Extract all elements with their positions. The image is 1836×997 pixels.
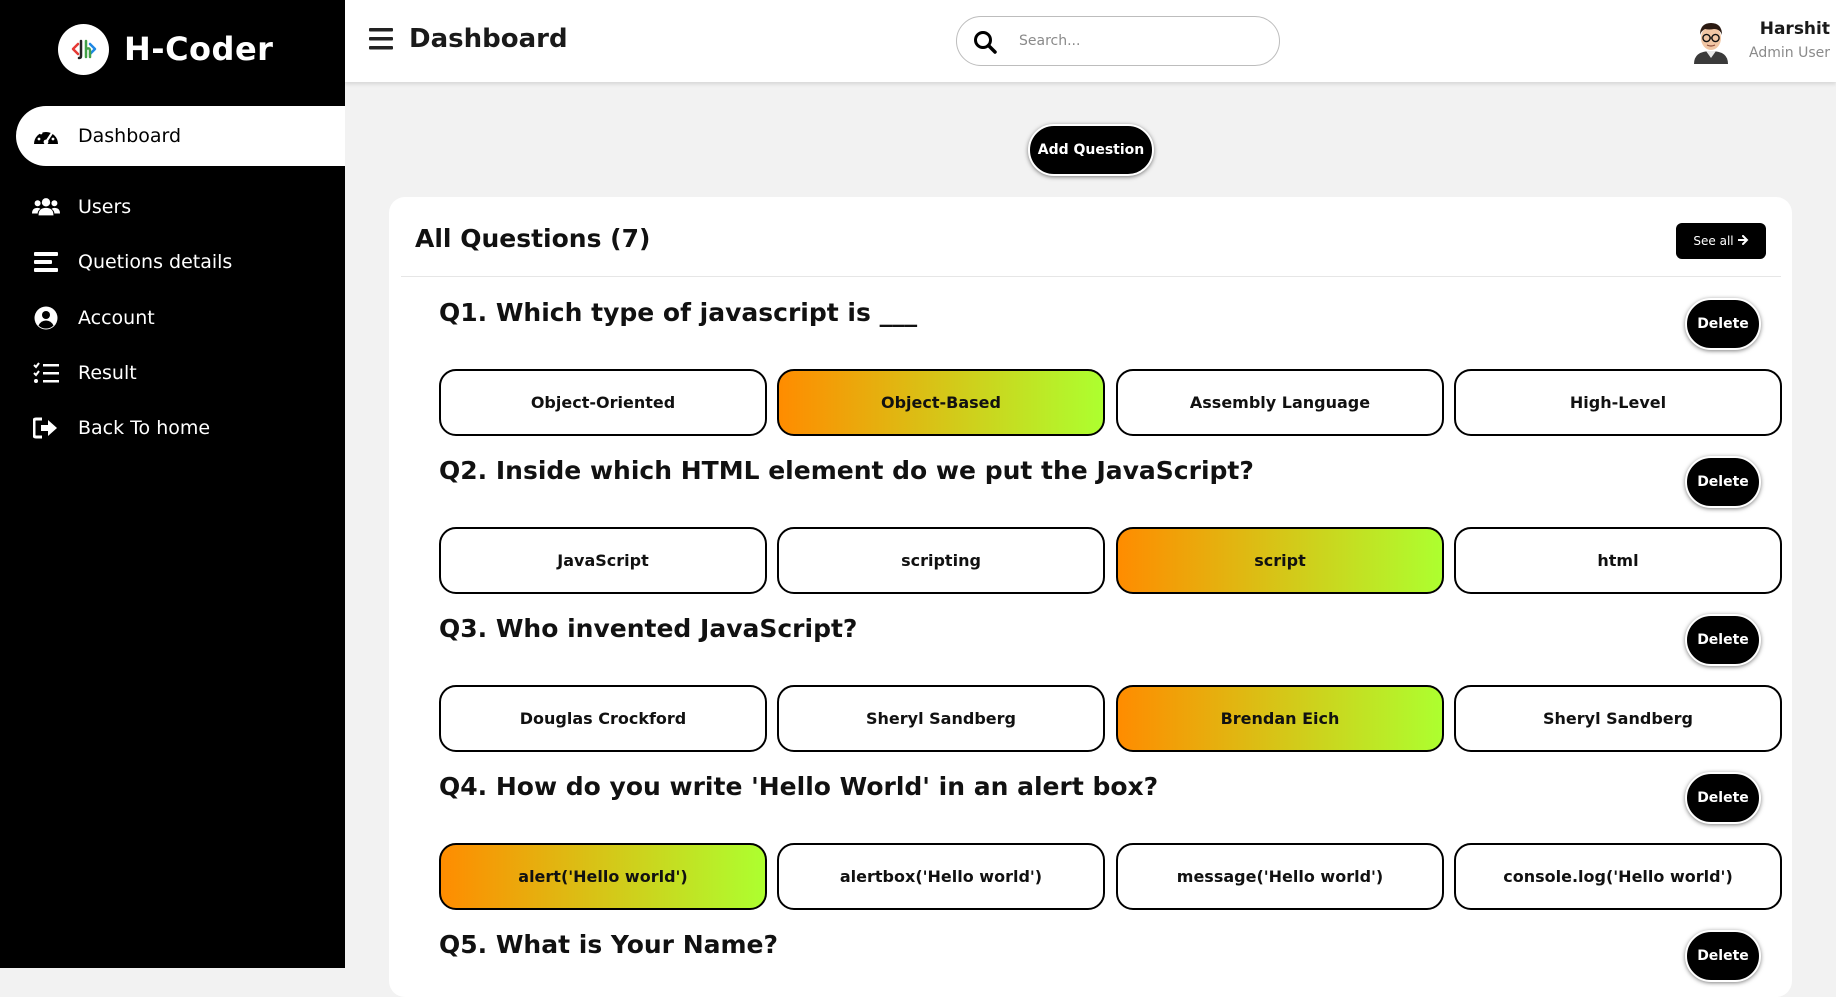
option-button[interactable]: Douglas Crockford xyxy=(439,685,767,752)
see-all-label: See all xyxy=(1693,234,1734,248)
sign-out-icon xyxy=(32,414,60,442)
option-button-correct[interactable]: Brendan Eich xyxy=(1116,685,1444,752)
search-icon[interactable] xyxy=(973,30,997,54)
sidebar-item-result[interactable]: Result xyxy=(16,343,345,403)
option-button-correct[interactable]: Object-Based xyxy=(777,369,1105,436)
question-title: Q3. Who invented JavaScript? xyxy=(439,614,858,643)
list-icon xyxy=(32,248,60,276)
sidebar-item-label: Result xyxy=(78,362,137,384)
option-button[interactable]: alertbox('Hello world') xyxy=(777,843,1105,910)
option-button[interactable]: scripting xyxy=(777,527,1105,594)
sidebar-item-label: Users xyxy=(78,196,132,218)
arrow-right-icon xyxy=(1736,234,1749,248)
card-title: All Questions (7) xyxy=(415,224,651,253)
question-title: Q2. Inside which HTML element do we put … xyxy=(439,456,1254,485)
user-role: Admin User xyxy=(1749,45,1830,61)
brand-logo-icon xyxy=(58,23,109,75)
user-name: Harshit xyxy=(1759,19,1830,39)
sidebar-item-label: Dashboard xyxy=(78,125,182,147)
question-title: Q4. How do you write 'Hello World' in an… xyxy=(439,772,1159,801)
delete-button[interactable]: Delete xyxy=(1685,772,1761,824)
sidebar-item-dashboard[interactable]: Dashboard xyxy=(16,106,345,166)
question-title: Q5. What is Your Name? xyxy=(439,930,779,959)
page-title: Dashboard xyxy=(409,24,568,54)
option-button[interactable]: High-Level xyxy=(1454,369,1782,436)
option-button[interactable]: Assembly Language xyxy=(1116,369,1444,436)
sidebar-item-label: Back To home xyxy=(78,417,211,439)
users-icon xyxy=(32,193,60,221)
option-button[interactable]: Sheryl Sandberg xyxy=(1454,685,1782,752)
sidebar-item-back-to-home[interactable]: Back To home xyxy=(16,398,345,458)
option-button-correct[interactable]: alert('Hello world') xyxy=(439,843,767,910)
sidebar: H-Coder Dashboard Users Quetions details… xyxy=(0,0,345,968)
option-button[interactable]: html xyxy=(1454,527,1782,594)
hamburger-menu-icon[interactable] xyxy=(369,28,393,50)
checklist-icon xyxy=(32,359,60,387)
sidebar-item-questions-details[interactable]: Quetions details xyxy=(16,232,345,292)
avatar[interactable] xyxy=(1690,18,1732,64)
sidebar-item-label: Quetions details xyxy=(78,251,233,273)
brand[interactable]: H-Coder xyxy=(58,23,273,75)
search-input[interactable] xyxy=(1019,29,1259,53)
topbar: Dashboard Harshit Admin User xyxy=(345,0,1836,82)
user-circle-icon xyxy=(32,304,60,332)
option-button-correct[interactable]: script xyxy=(1116,527,1444,594)
divider xyxy=(401,276,1781,277)
delete-button[interactable]: Delete xyxy=(1685,456,1761,508)
brand-name: H-Coder xyxy=(124,30,274,68)
delete-button[interactable]: Delete xyxy=(1685,930,1761,982)
option-button[interactable]: message('Hello world') xyxy=(1116,843,1444,910)
option-button[interactable]: Object-Oriented xyxy=(439,369,767,436)
sidebar-item-users[interactable]: Users xyxy=(16,177,345,237)
see-all-button[interactable]: See all xyxy=(1676,223,1766,259)
sidebar-item-label: Account xyxy=(78,307,155,329)
question-title: Q1. Which type of javascript is ___ xyxy=(439,298,918,327)
sidebar-item-account[interactable]: Account xyxy=(16,288,345,348)
option-button[interactable]: JavaScript xyxy=(439,527,767,594)
delete-button[interactable]: Delete xyxy=(1685,614,1761,666)
search-box[interactable] xyxy=(956,16,1280,66)
option-button[interactable]: Sheryl Sandberg xyxy=(777,685,1105,752)
gauge-icon xyxy=(32,122,60,150)
delete-button[interactable]: Delete xyxy=(1685,298,1761,350)
option-button[interactable]: console.log('Hello world') xyxy=(1454,843,1782,910)
add-question-button[interactable]: Add Question xyxy=(1028,124,1154,176)
